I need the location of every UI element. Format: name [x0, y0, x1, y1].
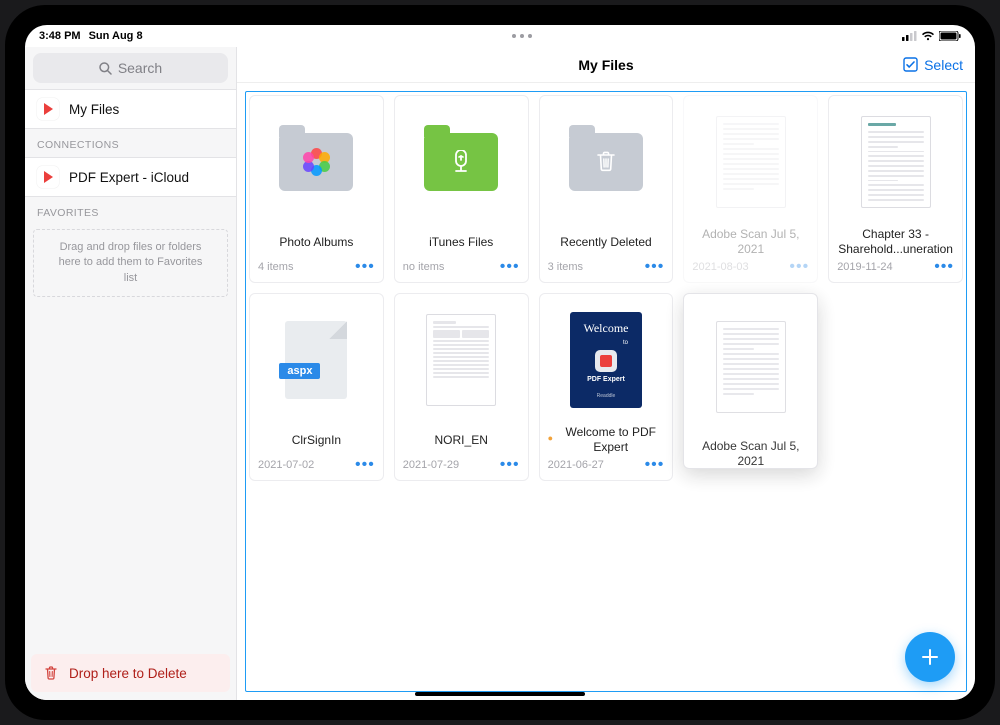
file-tile[interactable]: NORI_EN 2021-07-29 ••• [394, 293, 529, 481]
file-tile[interactable]: Recently Deleted 3 items ••• [539, 95, 674, 283]
file-meta: 3 items [548, 261, 583, 273]
ipad-frame: 3:48 PM Sun Aug 8 [5, 5, 995, 720]
sidebar-item-label: My Files [69, 102, 119, 117]
battery-icon [939, 31, 961, 41]
sidebar-section-favorites: FAVORITES [25, 197, 236, 225]
sidebar-item-label: PDF Expert - iCloud [69, 170, 189, 185]
search-icon [99, 62, 112, 75]
sidebar-section-connections: CONNECTIONS [25, 129, 236, 157]
sidebar-item-my-files[interactable]: My Files [25, 89, 236, 129]
file-name: Photo Albums [250, 228, 383, 256]
file-meta: 2021-08-03 [692, 261, 748, 273]
file-thumbnail: aspx [250, 294, 383, 426]
delete-dropzone[interactable]: Drop here to Delete [31, 654, 230, 692]
file-name: ClrSignIn [250, 426, 383, 454]
file-tile[interactable]: Photo Albums 4 items ••• [249, 95, 384, 283]
search-input[interactable]: Search [33, 53, 228, 83]
file-thumbnail [829, 96, 962, 227]
multitask-dots[interactable] [143, 34, 902, 38]
content-area[interactable]: Photo Albums 4 items ••• iTunes Files no… [237, 83, 975, 700]
topbar: My Files Select [237, 47, 975, 83]
file-thumbnail [540, 96, 673, 228]
file-thumbnail [250, 96, 383, 228]
file-meta: 2021-07-02 [258, 459, 314, 471]
sidebar: Search My Files CONNECTIONS PDF Expert -… [25, 47, 237, 700]
checkbox-icon [903, 57, 918, 72]
file-thumbnail: WelcometoPDF ExpertReaddle [540, 294, 673, 425]
file-tile[interactable]: Chapter 33 - Sharehold...uneration 2019-… [828, 95, 963, 283]
file-tile[interactable]: Adobe Scan Jul 5, 2021 2021-08-03 ••• [683, 95, 818, 283]
file-name: Welcome to PDF Expert [540, 425, 673, 454]
file-meta: no items [403, 261, 445, 273]
screen: 3:48 PM Sun Aug 8 [25, 25, 975, 700]
file-tile[interactable]: Adobe Scan Jul 5, 2021 2021-08-03 ••• [683, 293, 818, 469]
file-tile[interactable]: iTunes Files no items ••• [394, 95, 529, 283]
file-name: NORI_EN [395, 426, 528, 454]
plus-icon [918, 645, 942, 669]
file-thumbnail [684, 96, 817, 227]
search-placeholder: Search [118, 60, 162, 76]
file-name: Adobe Scan Jul 5, 2021 [684, 227, 817, 256]
pdf-expert-app-icon [37, 98, 59, 120]
add-button[interactable] [905, 632, 955, 682]
file-grid: Photo Albums 4 items ••• iTunes Files no… [247, 93, 965, 483]
wifi-icon [921, 31, 935, 41]
main-panel: My Files Select Photo Albums 4 items ••• [237, 47, 975, 700]
file-thumbnail [395, 96, 528, 228]
file-meta: 2021-06-27 [548, 459, 604, 471]
file-meta: 2019-11-24 [837, 261, 892, 273]
favorites-dropzone[interactable]: Drag and drop files or folders here to a… [33, 229, 228, 297]
status-date: Sun Aug 8 [89, 30, 143, 42]
file-name: Recently Deleted [540, 228, 673, 256]
pdf-expert-app-icon [37, 166, 59, 188]
file-name: iTunes Files [395, 228, 528, 256]
select-button[interactable]: Select [903, 57, 963, 73]
home-indicator[interactable] [415, 692, 585, 696]
status-bar: 3:48 PM Sun Aug 8 [25, 25, 975, 47]
file-tile[interactable]: WelcometoPDF ExpertReaddle Welcome to PD… [539, 293, 674, 481]
sidebar-item-icloud[interactable]: PDF Expert - iCloud [25, 157, 236, 197]
status-time: 3:48 PM [39, 30, 81, 42]
trash-icon [43, 665, 59, 681]
file-meta: 2021-07-29 [403, 459, 459, 471]
select-label: Select [924, 57, 963, 73]
file-thumbnail [684, 294, 817, 439]
cellular-icon [902, 31, 917, 41]
file-thumbnail [395, 294, 528, 426]
file-name: Chapter 33 - Sharehold...uneration [829, 227, 962, 256]
file-tile[interactable]: aspx ClrSignIn 2021-07-02 ••• [249, 293, 384, 481]
delete-label: Drop here to Delete [69, 666, 187, 681]
file-meta: 4 items [258, 261, 293, 273]
page-title: My Files [578, 57, 633, 73]
file-name: Adobe Scan Jul 5, 2021 [684, 439, 817, 468]
